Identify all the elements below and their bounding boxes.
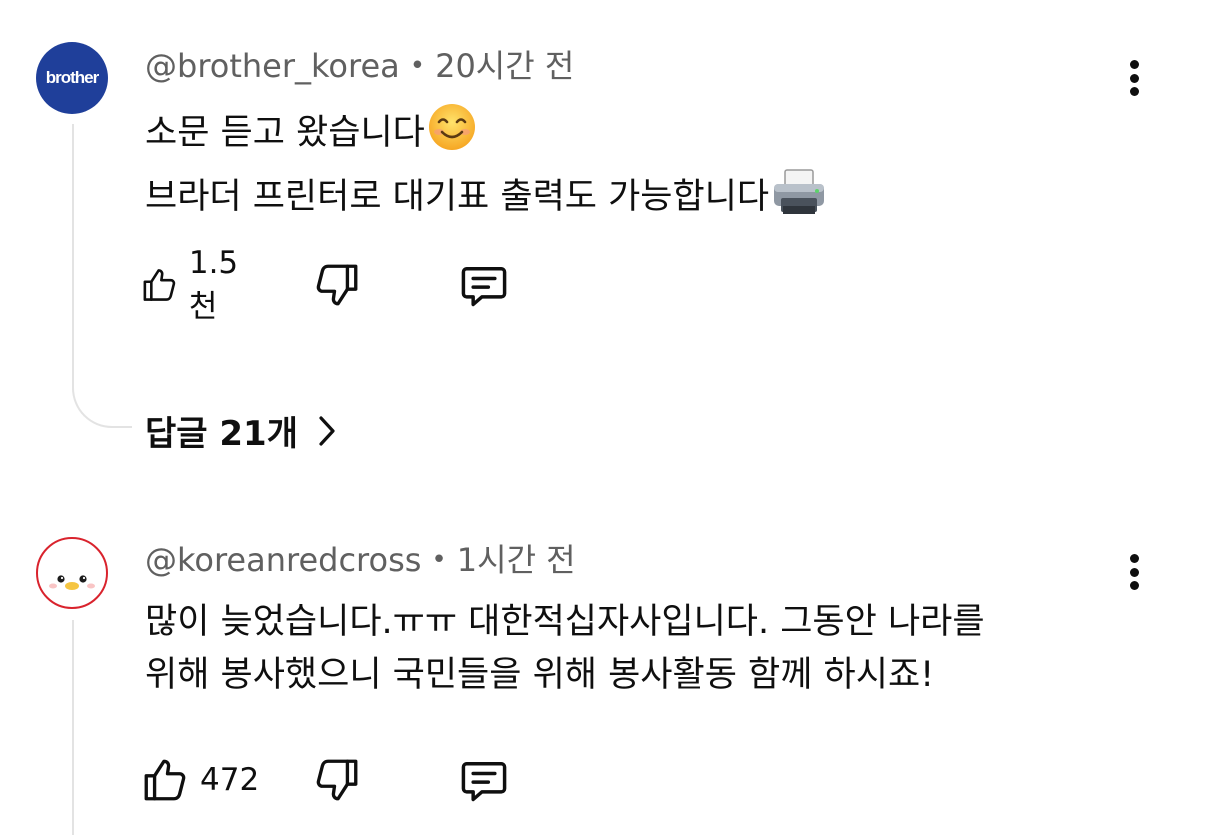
more-options-icon <box>1129 60 1139 69</box>
thumbs-up-icon <box>143 269 176 301</box>
reply-button[interactable] <box>458 257 510 313</box>
chick-avatar-icon <box>39 540 105 606</box>
thumbs-down-icon <box>316 264 358 306</box>
comment-meta: @brother_korea • 20시간 전 <box>145 46 574 86</box>
thread-connector <box>72 382 132 428</box>
like-count: 1.5천 <box>188 244 239 325</box>
avatar[interactable]: brother <box>36 42 108 114</box>
dislike-button[interactable] <box>312 752 362 808</box>
more-options-icon-dot <box>1129 87 1139 96</box>
comment-line-text: 소문 듣고 왔습니다 <box>145 113 425 153</box>
comment-line: 소문 듣고 왔습니다 <box>145 102 827 168</box>
more-options-button[interactable] <box>1116 548 1152 596</box>
comment-time: 20시간 전 <box>435 47 575 85</box>
like-button[interactable]: 1.5천 <box>140 245 249 325</box>
more-options-icon-dot <box>1129 567 1139 577</box>
comment-line: 많이 늦었습니다.ㅠㅠ 대한적십자사입니다. 그동안 나라를 <box>145 602 985 642</box>
comment-time: 1시간 전 <box>456 541 576 579</box>
avatar[interactable] <box>36 537 108 609</box>
comment-author[interactable]: @brother_korea <box>145 47 400 85</box>
thread-line <box>72 620 74 835</box>
meta-separator: • <box>409 51 426 81</box>
comment-line: 브라더 프린터로 대기표 출력도 가능합니다 <box>145 168 827 232</box>
meta-separator: • <box>431 545 447 575</box>
smiling-face-emoji <box>427 102 477 168</box>
comment-text: 소문 듣고 왔습니다 브라더 프린터로 대기표 출력도 가능합니다 <box>145 102 827 232</box>
reply-button[interactable] <box>458 752 510 808</box>
comment-line-text: 브라더 프린터로 대기표 출력도 가능합니다 <box>145 177 770 217</box>
view-replies-button[interactable]: 답글 21개 <box>145 406 338 455</box>
more-options-icon <box>1129 554 1139 563</box>
thread-line <box>72 124 74 390</box>
thumbs-down-icon <box>316 759 358 801</box>
chevron-right-icon <box>319 415 335 446</box>
reply-comment-icon <box>461 762 507 802</box>
like-button[interactable]: 472 <box>140 752 259 808</box>
more-options-icon-dot <box>1129 73 1139 83</box>
comment-author[interactable]: @koreanredcross <box>145 541 421 579</box>
printer-emoji <box>771 168 827 232</box>
more-options-button[interactable] <box>1116 54 1152 102</box>
thumbs-up-icon <box>144 759 186 801</box>
more-options-icon-dot <box>1129 581 1139 590</box>
avatar-logo-text: brother <box>45 68 99 87</box>
comment-line: 위해 봉사했으니 국민들을 위해 봉사활동 함께 하시죠! <box>145 655 935 695</box>
replies-count-label: 답글 21개 <box>145 414 298 454</box>
comment-meta: @koreanredcross • 1시간 전 <box>145 540 576 580</box>
reply-comment-icon <box>461 267 507 307</box>
dislike-button[interactable] <box>312 257 362 313</box>
comment-text: 많이 늦었습니다.ㅠㅠ 대한적십자사입니다. 그동안 나라를 위해 봉사했으니 … <box>145 596 985 702</box>
like-count: 472 <box>200 762 260 798</box>
